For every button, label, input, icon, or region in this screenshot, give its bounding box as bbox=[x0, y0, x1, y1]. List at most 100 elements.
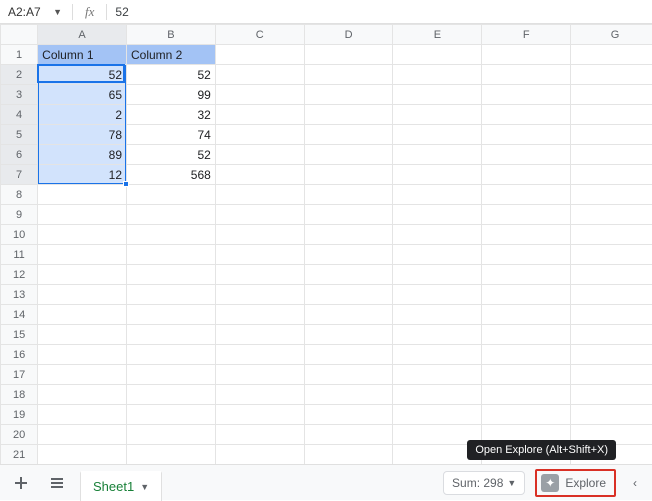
cell-F12[interactable] bbox=[482, 265, 571, 285]
cell-D9[interactable] bbox=[304, 205, 393, 225]
cell-G5[interactable] bbox=[571, 125, 652, 145]
cell-D1[interactable] bbox=[304, 45, 393, 65]
cell-A21[interactable] bbox=[38, 445, 127, 465]
row-header-8[interactable]: 8 bbox=[1, 185, 38, 205]
cell-E15[interactable] bbox=[393, 325, 482, 345]
cell-C13[interactable] bbox=[215, 285, 304, 305]
cell-C8[interactable] bbox=[215, 185, 304, 205]
cell-A6[interactable]: 89 bbox=[38, 145, 127, 165]
cell-A8[interactable] bbox=[38, 185, 127, 205]
row-header-13[interactable]: 13 bbox=[1, 285, 38, 305]
cell-A9[interactable] bbox=[38, 205, 127, 225]
cell-G8[interactable] bbox=[571, 185, 652, 205]
cell-F11[interactable] bbox=[482, 245, 571, 265]
cell-A4[interactable]: 2 bbox=[38, 105, 127, 125]
all-sheets-button[interactable] bbox=[44, 470, 70, 496]
cell-F8[interactable] bbox=[482, 185, 571, 205]
cell-B6[interactable]: 52 bbox=[127, 145, 216, 165]
cell-E14[interactable] bbox=[393, 305, 482, 325]
cell-B15[interactable] bbox=[127, 325, 216, 345]
cell-A19[interactable] bbox=[38, 405, 127, 425]
sheet-tab-sheet1[interactable]: Sheet1 ▼ bbox=[80, 471, 162, 501]
cell-C15[interactable] bbox=[215, 325, 304, 345]
cell-D8[interactable] bbox=[304, 185, 393, 205]
cell-G10[interactable] bbox=[571, 225, 652, 245]
cell-B8[interactable] bbox=[127, 185, 216, 205]
row-header-2[interactable]: 2 bbox=[1, 65, 38, 85]
cell-E17[interactable] bbox=[393, 365, 482, 385]
cell-G11[interactable] bbox=[571, 245, 652, 265]
cell-C9[interactable] bbox=[215, 205, 304, 225]
cell-A16[interactable] bbox=[38, 345, 127, 365]
cell-D21[interactable] bbox=[304, 445, 393, 465]
cell-E18[interactable] bbox=[393, 385, 482, 405]
cell-G16[interactable] bbox=[571, 345, 652, 365]
cell-A10[interactable] bbox=[38, 225, 127, 245]
cell-B21[interactable] bbox=[127, 445, 216, 465]
collapse-side-panel-button[interactable]: ‹ bbox=[626, 476, 644, 490]
row-header-11[interactable]: 11 bbox=[1, 245, 38, 265]
cell-E19[interactable] bbox=[393, 405, 482, 425]
quick-sum-button[interactable]: Sum: 298 ▼ bbox=[443, 471, 525, 495]
spreadsheet-grid[interactable]: ABCDEFG1Column 1Column 22525236599423257… bbox=[0, 24, 652, 464]
cell-F19[interactable] bbox=[482, 405, 571, 425]
column-header-E[interactable]: E bbox=[393, 25, 482, 45]
column-header-G[interactable]: G bbox=[571, 25, 652, 45]
cell-E7[interactable] bbox=[393, 165, 482, 185]
cell-D12[interactable] bbox=[304, 265, 393, 285]
explore-button[interactable]: ✦ Explore bbox=[535, 469, 616, 497]
cell-D16[interactable] bbox=[304, 345, 393, 365]
cell-D15[interactable] bbox=[304, 325, 393, 345]
cell-G3[interactable] bbox=[571, 85, 652, 105]
cell-B3[interactable]: 99 bbox=[127, 85, 216, 105]
cell-F4[interactable] bbox=[482, 105, 571, 125]
row-header-3[interactable]: 3 bbox=[1, 85, 38, 105]
cell-C14[interactable] bbox=[215, 305, 304, 325]
cell-G12[interactable] bbox=[571, 265, 652, 285]
cell-E2[interactable] bbox=[393, 65, 482, 85]
cell-D13[interactable] bbox=[304, 285, 393, 305]
cell-A3[interactable]: 65 bbox=[38, 85, 127, 105]
row-header-10[interactable]: 10 bbox=[1, 225, 38, 245]
cell-F7[interactable] bbox=[482, 165, 571, 185]
name-box[interactable]: A2:A7 ▼ bbox=[4, 5, 66, 19]
cell-D2[interactable] bbox=[304, 65, 393, 85]
row-header-14[interactable]: 14 bbox=[1, 305, 38, 325]
chevron-down-icon[interactable]: ▼ bbox=[140, 482, 149, 492]
cell-A13[interactable] bbox=[38, 285, 127, 305]
cell-F15[interactable] bbox=[482, 325, 571, 345]
cell-A20[interactable] bbox=[38, 425, 127, 445]
cell-A18[interactable] bbox=[38, 385, 127, 405]
row-header-20[interactable]: 20 bbox=[1, 425, 38, 445]
cell-F3[interactable] bbox=[482, 85, 571, 105]
row-header-6[interactable]: 6 bbox=[1, 145, 38, 165]
cell-B19[interactable] bbox=[127, 405, 216, 425]
cell-C16[interactable] bbox=[215, 345, 304, 365]
cell-B12[interactable] bbox=[127, 265, 216, 285]
cell-C20[interactable] bbox=[215, 425, 304, 445]
cell-F5[interactable] bbox=[482, 125, 571, 145]
cell-F17[interactable] bbox=[482, 365, 571, 385]
cell-B18[interactable] bbox=[127, 385, 216, 405]
cell-B20[interactable] bbox=[127, 425, 216, 445]
cell-D19[interactable] bbox=[304, 405, 393, 425]
cell-A11[interactable] bbox=[38, 245, 127, 265]
cell-G7[interactable] bbox=[571, 165, 652, 185]
cell-C2[interactable] bbox=[215, 65, 304, 85]
cell-D4[interactable] bbox=[304, 105, 393, 125]
cell-F18[interactable] bbox=[482, 385, 571, 405]
cell-A14[interactable] bbox=[38, 305, 127, 325]
cell-B7[interactable]: 568 bbox=[127, 165, 216, 185]
cell-F13[interactable] bbox=[482, 285, 571, 305]
cell-C10[interactable] bbox=[215, 225, 304, 245]
cell-G13[interactable] bbox=[571, 285, 652, 305]
cell-B4[interactable]: 32 bbox=[127, 105, 216, 125]
row-header-4[interactable]: 4 bbox=[1, 105, 38, 125]
cell-F6[interactable] bbox=[482, 145, 571, 165]
cell-F10[interactable] bbox=[482, 225, 571, 245]
cell-B9[interactable] bbox=[127, 205, 216, 225]
cell-B2[interactable]: 52 bbox=[127, 65, 216, 85]
row-header-15[interactable]: 15 bbox=[1, 325, 38, 345]
cell-A12[interactable] bbox=[38, 265, 127, 285]
row-header-5[interactable]: 5 bbox=[1, 125, 38, 145]
